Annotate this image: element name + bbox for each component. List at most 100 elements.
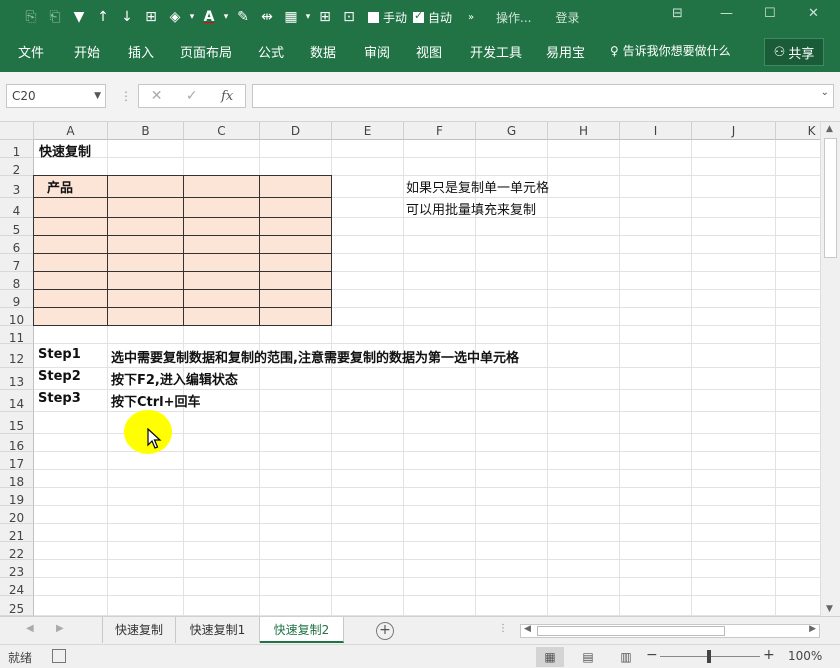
- table-icon[interactable]: ⊞: [314, 4, 336, 30]
- row-header-16[interactable]: 16: [0, 434, 34, 453]
- column-header-a[interactable]: A: [34, 122, 108, 140]
- cancel-icon[interactable]: ✕: [151, 88, 163, 104]
- select-all-corner[interactable]: [0, 122, 34, 140]
- row-header-13[interactable]: 13: [0, 368, 34, 390]
- table-cell-b5[interactable]: [107, 217, 184, 236]
- table-cell-b10[interactable]: [107, 307, 184, 326]
- tab-data[interactable]: 数据: [310, 42, 336, 61]
- table-cell-c9[interactable]: [183, 289, 260, 308]
- insert-function-icon[interactable]: fx: [221, 89, 233, 104]
- column-header-j[interactable]: J: [692, 122, 776, 140]
- table-cell-b7[interactable]: [107, 253, 184, 272]
- column-header-d[interactable]: D: [260, 122, 332, 140]
- merge-dropdown-icon[interactable]: ▾: [304, 4, 312, 30]
- zoom-in-icon[interactable]: +: [763, 647, 775, 663]
- row-header-5[interactable]: 5: [0, 218, 34, 237]
- row-header-4[interactable]: 4: [0, 198, 34, 218]
- table-cell-d10[interactable]: [259, 307, 332, 326]
- table-cell-c6[interactable]: [183, 235, 260, 254]
- table-cell-d8[interactable]: [259, 271, 332, 290]
- row-header-11[interactable]: 11: [0, 326, 34, 345]
- cell-a14[interactable]: Step3: [38, 391, 81, 406]
- cell-a12[interactable]: Step1: [38, 347, 81, 362]
- prev-sheet-icon[interactable]: ◀: [26, 623, 34, 634]
- row-header-21[interactable]: 21: [0, 524, 34, 543]
- column-header-b[interactable]: B: [108, 122, 184, 140]
- scroll-down-icon[interactable]: ▼: [826, 604, 833, 614]
- font-color-dropdown-icon[interactable]: ▾: [222, 4, 230, 30]
- tab-page-layout[interactable]: 页面布局: [180, 42, 232, 61]
- add-sheet-icon[interactable]: +: [376, 622, 394, 640]
- row-header-22[interactable]: 22: [0, 542, 34, 561]
- ribbon-display-icon[interactable]: ⊟: [672, 6, 683, 21]
- column-header-g[interactable]: G: [476, 122, 548, 140]
- fill-color-dropdown-icon[interactable]: ▾: [188, 4, 196, 30]
- login-link[interactable]: 登录: [555, 9, 579, 26]
- vertical-scrollbar[interactable]: ▲ ▼: [820, 122, 840, 616]
- format-painter-icon[interactable]: ✎: [232, 4, 254, 30]
- row-header-2[interactable]: 2: [0, 158, 34, 177]
- table-cell-a9[interactable]: [33, 289, 108, 308]
- fill-color-icon[interactable]: ◈: [164, 4, 186, 30]
- merge-cells-icon[interactable]: ▦: [280, 4, 302, 30]
- table-cell-b4[interactable]: [107, 197, 184, 218]
- row-header-12[interactable]: 12: [0, 344, 34, 368]
- tab-easy-tools[interactable]: 易用宝: [546, 42, 585, 61]
- row-header-3[interactable]: 3: [0, 176, 34, 198]
- next-sheet-icon[interactable]: ▶: [56, 623, 64, 634]
- row-header-24[interactable]: 24: [0, 578, 34, 597]
- table-cell-d9[interactable]: [259, 289, 332, 308]
- tab-formulas[interactable]: 公式: [258, 42, 284, 61]
- column-width-icon[interactable]: ⇹: [256, 4, 278, 30]
- scroll-right-icon[interactable]: ▶: [809, 624, 816, 634]
- scroll-left-icon[interactable]: ◀: [524, 624, 531, 634]
- cell-b12[interactable]: 选中需要复制数据和复制的范围,注意需要复制的数据为第一选中单元格: [111, 347, 519, 366]
- table-cell-a4[interactable]: [33, 197, 108, 218]
- zoom-slider-knob[interactable]: [707, 650, 711, 663]
- sort-ascending-icon[interactable]: ↑: [92, 4, 114, 30]
- table-cell-c5[interactable]: [183, 217, 260, 236]
- sheet-tab-3[interactable]: 快速复制2: [260, 617, 344, 643]
- row-header-17[interactable]: 17: [0, 452, 34, 471]
- sort-descending-icon[interactable]: ↓: [116, 4, 138, 30]
- table-cell-b3[interactable]: [107, 175, 184, 198]
- table-cell-b6[interactable]: [107, 235, 184, 254]
- table-cell-b8[interactable]: [107, 271, 184, 290]
- cell-f4[interactable]: 可以用批量填充来复制: [406, 199, 536, 218]
- table-cell-a7[interactable]: [33, 253, 108, 272]
- table-cell-d6[interactable]: [259, 235, 332, 254]
- table-cell-d7[interactable]: [259, 253, 332, 272]
- row-header-1[interactable]: 1: [0, 140, 34, 159]
- page-break-view-icon[interactable]: ▥: [612, 647, 640, 667]
- table-cell-d4[interactable]: [259, 197, 332, 218]
- tab-view[interactable]: 视图: [416, 42, 442, 61]
- paste-icon[interactable]: ⎗: [44, 4, 66, 30]
- formula-input[interactable]: ⌄: [252, 84, 834, 108]
- column-header-e[interactable]: E: [332, 122, 404, 140]
- row-header-20[interactable]: 20: [0, 506, 34, 525]
- paste-values-icon[interactable]: ⎘: [20, 4, 42, 30]
- row-header-9[interactable]: 9: [0, 290, 34, 309]
- table-cell-a8[interactable]: [33, 271, 108, 290]
- zoom-level[interactable]: 100%: [788, 649, 822, 663]
- close-icon[interactable]: ✕: [808, 6, 819, 21]
- sheet-tab-1[interactable]: 快速复制: [102, 617, 176, 643]
- table-cell-c4[interactable]: [183, 197, 260, 218]
- manual-calc-checkbox[interactable]: 手动: [368, 9, 407, 26]
- cell-a1[interactable]: 快速复制: [39, 141, 91, 160]
- auto-calc-checkbox[interactable]: 自动: [413, 9, 452, 26]
- macro-record-icon[interactable]: [52, 649, 66, 663]
- tell-me-box[interactable]: ♀ 告诉我你想要做什么: [610, 42, 731, 59]
- name-box[interactable]: C20 ▼: [6, 84, 106, 108]
- tab-developer[interactable]: 开发工具: [470, 42, 522, 61]
- cell-a13[interactable]: Step2: [38, 369, 81, 384]
- row-header-18[interactable]: 18: [0, 470, 34, 489]
- row-header-19[interactable]: 19: [0, 488, 34, 507]
- row-header-7[interactable]: 7: [0, 254, 34, 273]
- expand-formula-icon[interactable]: ⌄: [821, 87, 829, 98]
- manual-checkbox-box[interactable]: [368, 11, 379, 23]
- auto-checkbox-box[interactable]: [413, 9, 425, 23]
- column-header-h[interactable]: H: [548, 122, 620, 140]
- zoom-out-icon[interactable]: −: [646, 647, 658, 663]
- tab-review[interactable]: 审阅: [364, 42, 390, 61]
